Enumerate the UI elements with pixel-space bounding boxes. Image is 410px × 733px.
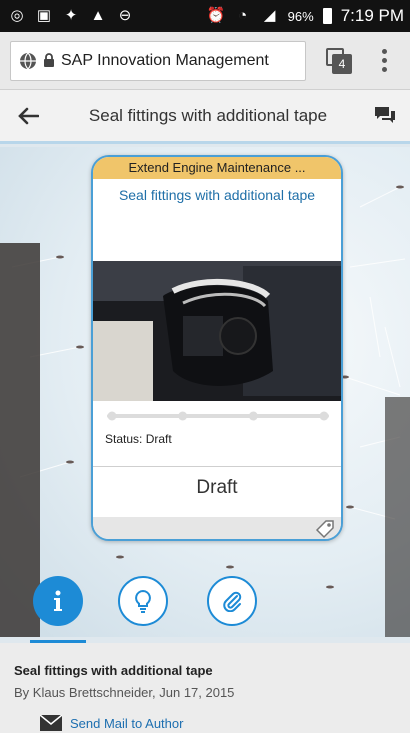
wifi-icon: ◔: [238, 7, 248, 24]
status-bar: ◎ ▣ ✦ ▲ ⊖ ⏰ ◔ ◢ 96% 7:19 PM: [0, 0, 410, 32]
attachments-tab-button[interactable]: [207, 576, 257, 626]
lightbulb-icon: [135, 589, 151, 613]
card-footer: [93, 517, 341, 539]
tab-count: 4: [332, 53, 352, 74]
notification-icon: ◎: [10, 7, 24, 24]
idea-card[interactable]: Extend Engine Maintenance ... Seal fitti…: [91, 155, 343, 541]
battery-icon: [322, 8, 332, 24]
card-title[interactable]: Seal fittings with additional tape: [93, 179, 341, 211]
progress-step-1: [107, 411, 117, 421]
more-menu-icon[interactable]: [380, 49, 388, 72]
mail-icon: [40, 715, 62, 731]
battery-percent: 96%: [287, 8, 314, 24]
progress-step-4: [319, 411, 329, 421]
phase-label: Draft: [196, 477, 238, 498]
engine-photo: [93, 261, 341, 401]
details-panel: Seal fittings with additional tape By Kl…: [0, 643, 410, 733]
alarm-icon: ⏰: [206, 7, 226, 24]
info-tab-button[interactable]: [33, 576, 83, 626]
signal-icon: ◢: [263, 7, 276, 24]
status-bar-right: ⏰ ◔ ◢ 96% 7:19 PM: [207, 6, 404, 26]
progress-step-3: [248, 411, 258, 421]
page-url-title: SAP Innovation Management: [61, 51, 269, 69]
globe-icon: [20, 52, 36, 69]
cast-icon: ▣: [36, 7, 52, 24]
clock: 7:19 PM: [340, 6, 404, 25]
comments-button[interactable]: [360, 89, 410, 143]
back-button[interactable]: [0, 89, 56, 143]
status-label: Status: Draft: [105, 432, 172, 446]
paperclip-icon: [223, 591, 242, 612]
ideas-tab-button[interactable]: [118, 576, 168, 626]
status-progress: [107, 411, 329, 421]
status-bar-left: ◎ ▣ ✦ ▲ ⊖: [8, 7, 134, 25]
gallery-icon: ▲: [90, 7, 106, 24]
chat-icon: [375, 106, 395, 123]
author-line: By Klaus Brettschneider, Jun 17, 2015: [14, 685, 235, 700]
browser-toolbar: SAP Innovation Management 4: [0, 32, 410, 90]
tabs-button[interactable]: 4: [326, 47, 352, 74]
page-title: Seal fittings with additional tape: [88, 105, 328, 125]
card-divider: [93, 466, 341, 467]
address-bar[interactable]: SAP Innovation Management: [10, 40, 306, 81]
progress-step-2: [178, 411, 188, 421]
send-mail-label: Send Mail to Author: [70, 715, 184, 731]
campaign-banner[interactable]: Extend Engine Maintenance ...: [93, 157, 341, 179]
details-title: Seal fittings with additional tape: [14, 663, 213, 678]
lock-icon: [44, 53, 54, 67]
do-not-disturb-icon: ⊖: [118, 7, 132, 24]
info-icon: [54, 590, 62, 611]
app-notification-icon: ✦: [64, 7, 78, 24]
send-mail-link[interactable]: Send Mail to Author: [40, 715, 183, 731]
app-header: Seal fittings with additional tape: [0, 90, 410, 144]
tag-icon[interactable]: [315, 519, 335, 539]
back-arrow-icon: [18, 107, 39, 124]
